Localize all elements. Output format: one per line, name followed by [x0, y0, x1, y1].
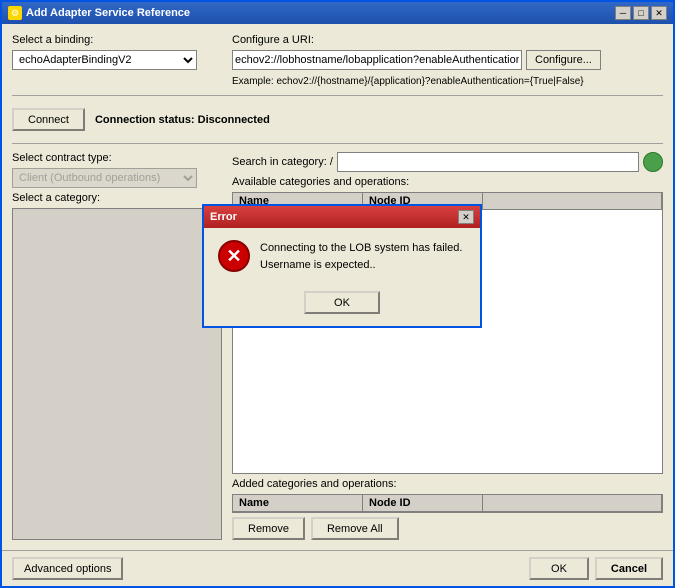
error-title-bar: Error ✕ [204, 206, 480, 228]
uri-example: Example: echov2://{hostname}/{applicatio… [232, 76, 663, 87]
divider-2 [12, 143, 663, 144]
close-button[interactable]: ✕ [651, 6, 667, 20]
added-table: Name Node ID [232, 494, 663, 513]
available-table-label: Available categories and operations: [232, 176, 663, 188]
maximize-button[interactable]: □ [633, 6, 649, 20]
title-buttons: ─ □ ✕ [615, 6, 667, 20]
category-label: Select a category: [12, 192, 222, 204]
content-area: Select a binding: echoAdapterBindingV2 C… [2, 24, 673, 550]
search-row: Search in category: / [232, 152, 663, 172]
uri-input[interactable] [232, 50, 522, 70]
connect-row: Connect Connection status: Disconnected [12, 104, 663, 135]
added-section: Added categories and operations: Name No… [232, 478, 663, 540]
window-title: Add Adapter Service Reference [26, 7, 190, 19]
minimize-button[interactable]: ─ [615, 6, 631, 20]
added-col-nodeid: Node ID [363, 495, 483, 511]
top-row: Select a binding: echoAdapterBindingV2 C… [12, 34, 663, 87]
main-window: ⚙ Add Adapter Service Reference ─ □ ✕ Se… [0, 0, 675, 588]
search-label: Search in category: / [232, 156, 333, 168]
bottom-right: OK Cancel [529, 557, 663, 580]
left-panel: Select contract type: Client (Outbound o… [12, 152, 222, 540]
error-message: Connecting to the LOB system has failed.… [260, 240, 466, 273]
category-listbox[interactable] [12, 208, 222, 540]
ok-button[interactable]: OK [529, 557, 589, 580]
error-icon: ✕ [218, 240, 250, 272]
bottom-left: Advanced options [12, 557, 123, 580]
added-col-extra [483, 495, 662, 511]
search-go-button[interactable] [643, 152, 663, 172]
binding-section: Select a binding: echoAdapterBindingV2 [12, 34, 222, 70]
error-title: Error [210, 211, 237, 223]
error-ok-button[interactable]: OK [304, 291, 380, 314]
uri-label: Configure a URI: [232, 34, 663, 46]
contract-select[interactable]: Client (Outbound operations) [12, 168, 197, 188]
binding-label: Select a binding: [12, 34, 222, 46]
divider-1 [12, 95, 663, 96]
added-table-label: Added categories and operations: [232, 478, 663, 490]
connection-status-label: Connection status: Disconnected [95, 114, 270, 126]
error-close-button[interactable]: ✕ [458, 210, 474, 224]
remove-all-button[interactable]: Remove All [311, 517, 399, 540]
title-bar: ⚙ Add Adapter Service Reference ─ □ ✕ [2, 2, 673, 24]
search-input[interactable] [337, 152, 639, 172]
window-icon: ⚙ [8, 6, 22, 20]
configure-button[interactable]: Configure... [526, 50, 601, 70]
advanced-options-button[interactable]: Advanced options [12, 557, 123, 580]
error-buttons: OK [204, 285, 480, 326]
binding-select[interactable]: echoAdapterBindingV2 [12, 50, 197, 70]
table-action-buttons: Remove Remove All [232, 517, 663, 540]
error-dialog: Error ✕ ✕ Connecting to the LOB system h… [202, 204, 482, 328]
added-col-name: Name [233, 495, 363, 511]
cancel-button[interactable]: Cancel [595, 557, 663, 580]
added-table-header: Name Node ID [233, 495, 662, 512]
contract-label: Select contract type: [12, 152, 222, 164]
available-col-extra [483, 193, 662, 209]
error-content: ✕ Connecting to the LOB system has faile… [204, 228, 480, 285]
uri-section: Configure a URI: Configure... Example: e… [232, 34, 663, 87]
title-bar-left: ⚙ Add Adapter Service Reference [8, 6, 190, 20]
remove-button[interactable]: Remove [232, 517, 305, 540]
error-icon-circle: ✕ [218, 240, 250, 272]
connect-button[interactable]: Connect [12, 108, 85, 131]
bottom-bar: Advanced options OK Cancel [2, 550, 673, 586]
